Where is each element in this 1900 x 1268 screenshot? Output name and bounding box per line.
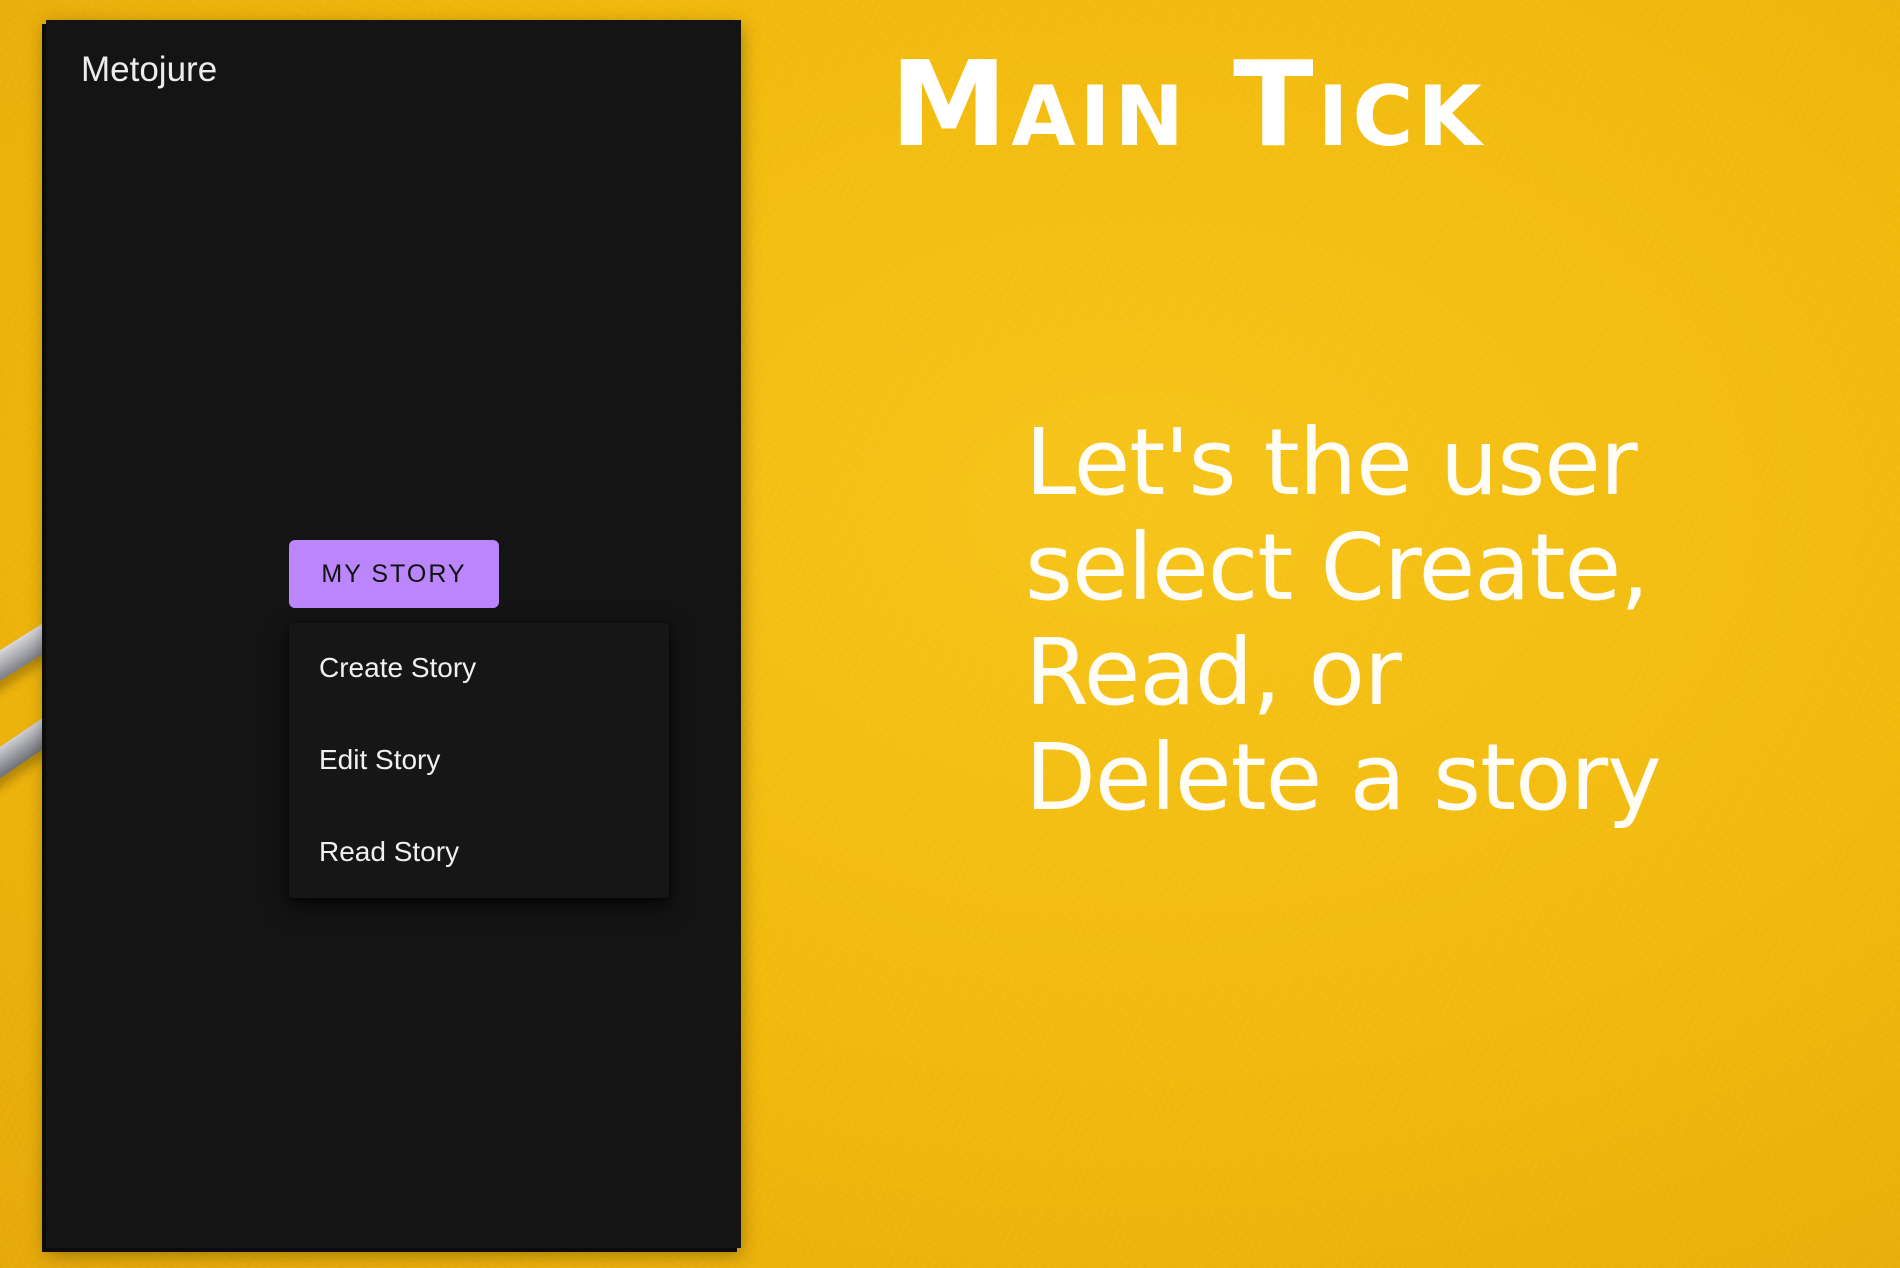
headline: Main Tick: [890, 35, 1486, 173]
description-line: select Create,: [1025, 514, 1650, 621]
menu-item-label: Create Story: [319, 652, 477, 683]
phone-screen: Metojure MY STORY Create Story Edit Stor…: [46, 20, 741, 1248]
description-line: Delete a story: [1025, 724, 1662, 831]
menu-item-create-story[interactable]: Create Story: [289, 623, 669, 713]
dropdown-menu: Create Story Edit Story Read Story: [289, 623, 669, 898]
description-line: Let's the user: [1025, 409, 1638, 516]
description-line: Read, or: [1025, 619, 1402, 726]
description: Let's the user select Create, Read, or D…: [1025, 410, 1785, 830]
app-title: Metojure: [81, 50, 218, 89]
menu-item-label: Read Story: [319, 836, 460, 867]
menu-item-read-story[interactable]: Read Story: [289, 807, 669, 897]
my-story-button[interactable]: MY STORY: [289, 540, 499, 608]
menu-item-edit-story[interactable]: Edit Story: [289, 715, 669, 805]
menu-item-label: Edit Story: [319, 744, 441, 775]
